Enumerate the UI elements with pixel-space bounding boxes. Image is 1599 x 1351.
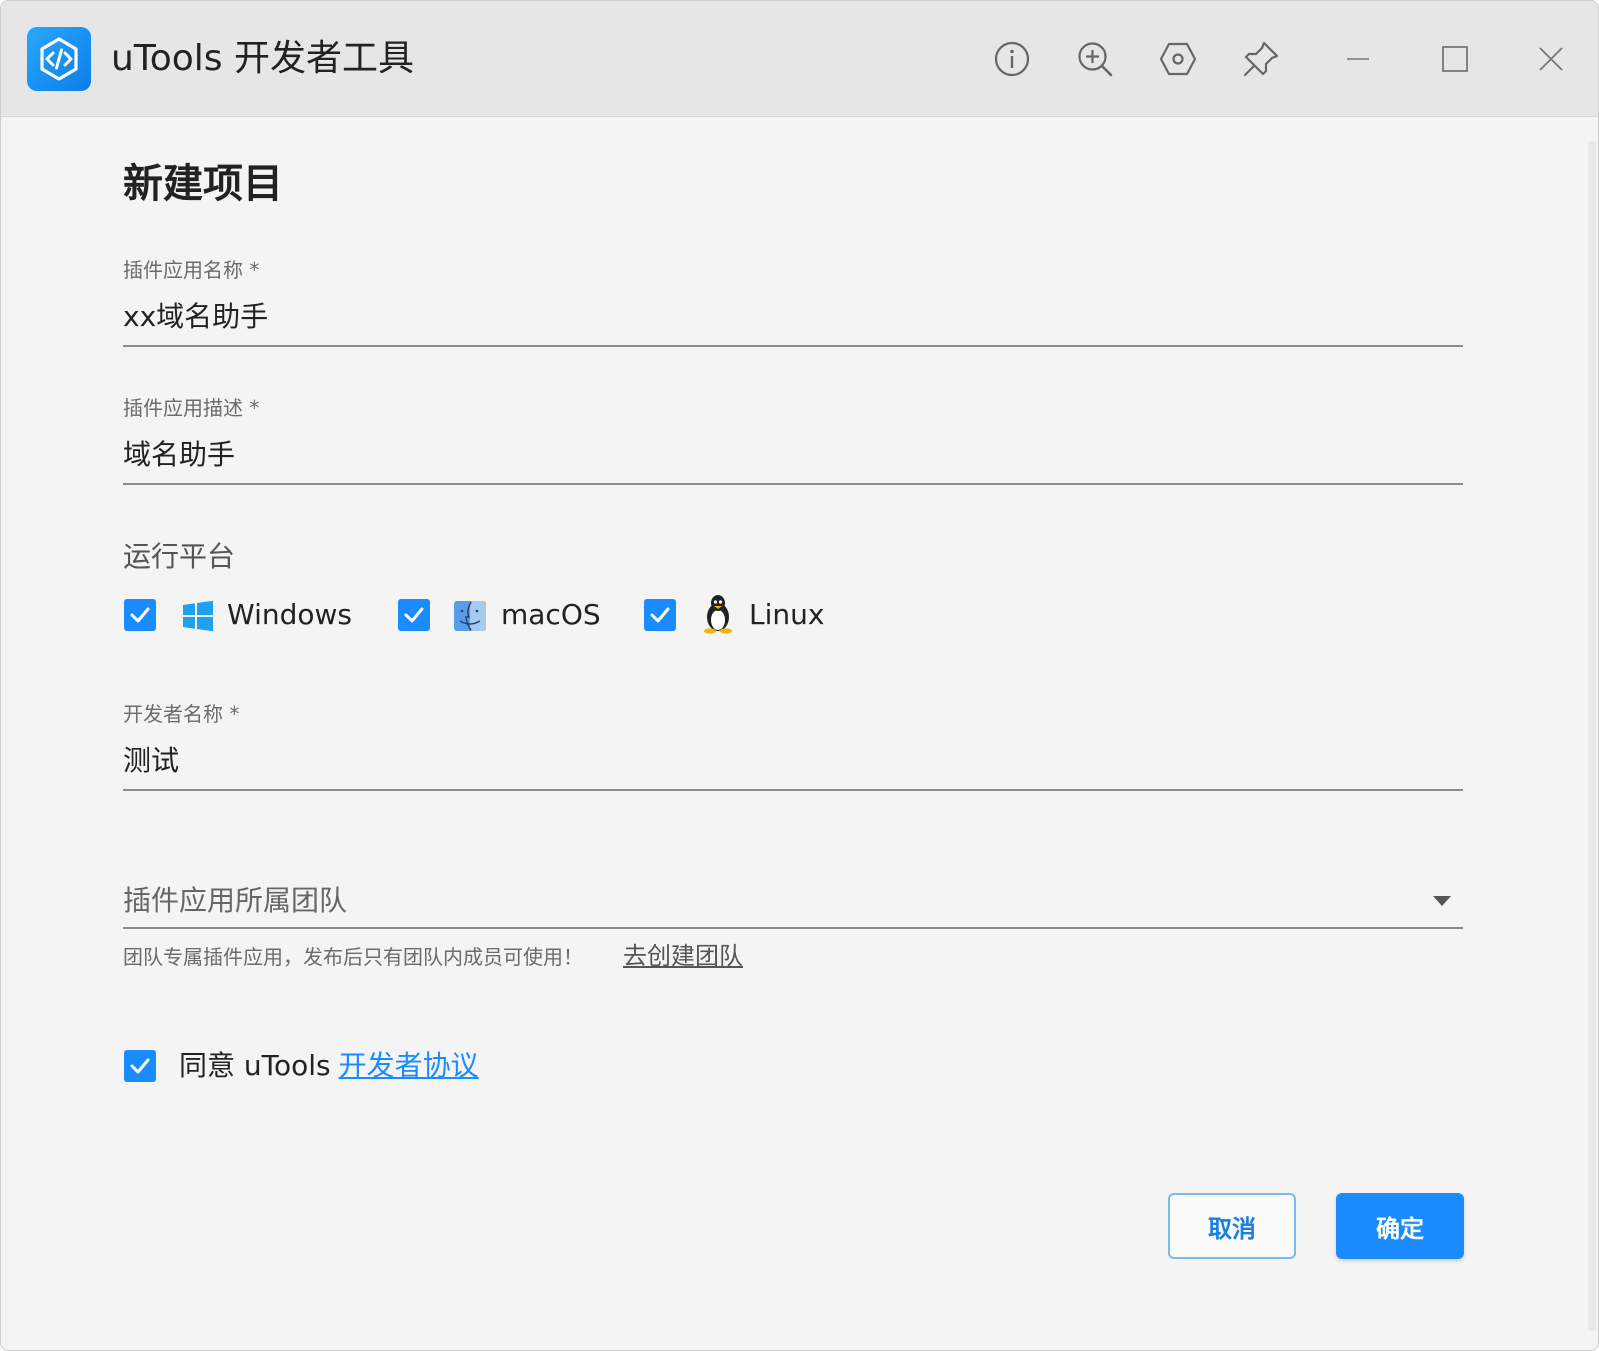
page-title: 新建项目 (123, 161, 283, 207)
developer-agreement-link[interactable]: 开发者协议 (339, 1049, 479, 1082)
zoom-in-icon[interactable] (1075, 39, 1115, 79)
window-title: uTools 开发者工具 (111, 38, 414, 79)
confirm-button[interactable]: 确定 (1336, 1193, 1464, 1259)
linux-checkbox[interactable] (644, 599, 676, 631)
agreement-text: 同意 uTools (179, 1049, 331, 1082)
name-field[interactable] (123, 297, 1463, 337)
developer-field[interactable] (123, 741, 1463, 781)
maximize-icon[interactable] (1435, 39, 1475, 79)
description-field-underline (123, 483, 1463, 485)
team-select-underline (123, 927, 1463, 929)
title-bar[interactable]: uTools 开发者工具 (1, 1, 1598, 117)
team-select[interactable]: 插件应用所属团队 (123, 881, 347, 921)
platforms-label: 运行平台 (123, 540, 236, 573)
chevron-down-icon[interactable] (1433, 896, 1451, 906)
info-icon[interactable] (992, 39, 1032, 79)
app-window: uTools 开发者工具 新建项目 插件应用名称 * xx域名助手 插件应用描述… (0, 0, 1599, 1351)
agreement-checkbox[interactable] (124, 1050, 156, 1082)
macos-checkbox[interactable] (398, 599, 430, 631)
linux-icon (701, 595, 735, 634)
agreement-label: 同意 uTools 开发者协议 (179, 1046, 479, 1086)
description-field[interactable] (123, 435, 1463, 475)
cancel-button[interactable]: 取消 (1168, 1193, 1296, 1259)
developer-field-label: 开发者名称 * (123, 702, 240, 726)
name-field-label: 插件应用名称 * (123, 258, 260, 282)
windows-icon (181, 597, 215, 635)
linux-label: Linux (749, 598, 825, 631)
name-field-underline (123, 345, 1463, 347)
macos-label: macOS (501, 598, 601, 631)
close-icon[interactable] (1531, 39, 1571, 79)
description-field-label: 插件应用描述 * (123, 396, 260, 420)
app-logo-icon (27, 27, 91, 91)
vertical-scrollbar[interactable] (1588, 141, 1596, 1331)
create-team-link[interactable]: 去创建团队 (623, 939, 743, 973)
pin-icon[interactable] (1241, 39, 1281, 79)
team-hint: 团队专属插件应用，发布后只有团队内成员可使用！ (123, 945, 583, 969)
windows-checkbox[interactable] (124, 599, 156, 631)
windows-label: Windows (227, 598, 352, 631)
developer-field-underline (123, 789, 1463, 791)
minimize-icon[interactable] (1338, 39, 1378, 79)
settings-hexagon-icon[interactable] (1158, 39, 1198, 79)
macos-icon (453, 597, 487, 635)
